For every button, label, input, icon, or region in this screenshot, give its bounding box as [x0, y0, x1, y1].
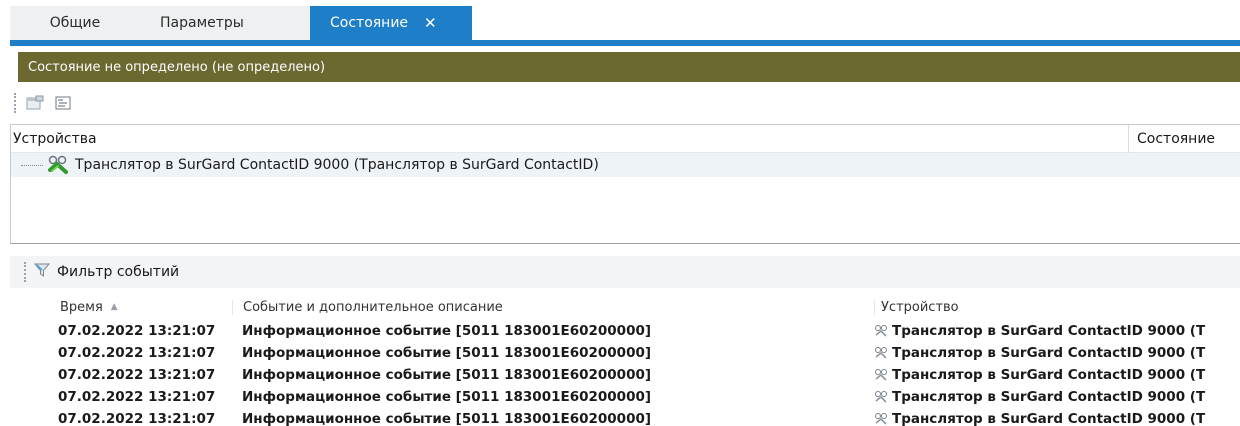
event-device: Транслятор в SurGard ContactID 9000 (Т: [874, 389, 1240, 405]
sort-ascending-icon: ▲: [110, 302, 118, 312]
event-device-label: Транслятор в SurGard ContactID 9000 (Т: [892, 323, 1206, 339]
column-event[interactable]: Событие и дополнительное описание: [232, 299, 874, 315]
device-row[interactable]: Транслятор в SurGard ContactID 9000 (Тра…: [11, 153, 1240, 177]
list-icon[interactable]: [53, 93, 73, 113]
event-device-label: Транслятор в SurGard ContactID 9000 (Т: [892, 411, 1206, 426]
tab-underline: [10, 40, 1240, 46]
tab-parameters[interactable]: Параметры: [140, 6, 310, 40]
table-row[interactable]: 07.02.2022 13:21:07 Информационное событ…: [10, 386, 1240, 408]
filter-icon[interactable]: [33, 261, 51, 283]
table-row[interactable]: 07.02.2022 13:21:07 Информационное событ…: [10, 364, 1240, 386]
event-time: 07.02.2022 13:21:07: [58, 345, 216, 361]
tab-bar-filler: [472, 6, 1240, 40]
tab-general[interactable]: Общие: [10, 6, 140, 40]
events-header: Время ▲ Событие и дополнительное описани…: [10, 296, 1240, 318]
events-toolbar-grip[interactable]: [24, 262, 27, 282]
tab-general-label: Общие: [49, 15, 101, 31]
event-description: Информационное событие [5011 183001E6020…: [242, 345, 652, 361]
translator-device-icon: [875, 347, 887, 359]
properties-icon[interactable]: [25, 93, 45, 113]
event-device: Транслятор в SurGard ContactID 9000 (Т: [874, 323, 1240, 339]
tab-bar: Общие Параметры Состояние ✕: [10, 6, 1240, 40]
tab-parameters-label: Параметры: [160, 15, 244, 31]
event-filter-button[interactable]: Фильтр событий: [57, 264, 179, 280]
state-status-bar: Состояние не определено (не определено): [18, 52, 1240, 82]
event-time: 07.02.2022 13:21:07: [58, 389, 216, 405]
event-device-label: Транслятор в SurGard ContactID 9000 (Т: [892, 389, 1206, 405]
events-list: 07.02.2022 13:21:07 Информационное событ…: [10, 320, 1240, 426]
translator-device-icon: [875, 369, 887, 381]
column-devices[interactable]: Устройства: [11, 131, 1128, 147]
event-device: Транслятор в SurGard ContactID 9000 (Т: [874, 411, 1240, 426]
column-time-label: Время: [60, 299, 103, 315]
devices-panel: Устройства Состояние Транслятор в SurGar…: [10, 124, 1240, 244]
device-label: Транслятор в SurGard ContactID 9000 (Тра…: [75, 157, 599, 173]
translator-device-icon: [875, 325, 887, 337]
close-icon[interactable]: ✕: [424, 15, 437, 31]
event-description: Информационное событие [5011 183001E6020…: [242, 389, 652, 405]
tab-state[interactable]: Состояние ✕: [310, 6, 472, 40]
status-text: Состояние не определено (не определено): [28, 59, 326, 75]
event-device-label: Транслятор в SurGard ContactID 9000 (Т: [892, 367, 1206, 383]
event-time: 07.02.2022 13:21:07: [58, 323, 216, 339]
toolbar-grip[interactable]: [14, 93, 17, 113]
event-device: Транслятор в SurGard ContactID 9000 (Т: [874, 345, 1240, 361]
devices-toolbar: [10, 90, 1240, 116]
translator-device-icon: [875, 413, 887, 425]
table-row[interactable]: 07.02.2022 13:21:07 Информационное событ…: [10, 342, 1240, 364]
column-state[interactable]: Состояние: [1128, 124, 1240, 153]
event-description: Информационное событие [5011 183001E6020…: [242, 367, 652, 383]
translator-device-icon: [875, 391, 887, 403]
event-description: Информационное событие [5011 183001E6020…: [242, 323, 652, 339]
table-row[interactable]: 07.02.2022 13:21:07 Информационное событ…: [10, 408, 1240, 426]
event-time: 07.02.2022 13:21:07: [58, 411, 216, 426]
events-toolbar: Фильтр событий: [10, 256, 1240, 288]
translator-device-icon: [47, 155, 69, 175]
devices-header: Устройства Состояние: [11, 124, 1240, 153]
event-device-label: Транслятор в SurGard ContactID 9000 (Т: [892, 345, 1206, 361]
event-time: 07.02.2022 13:21:07: [58, 367, 216, 383]
column-device[interactable]: Устройство: [874, 299, 1240, 315]
event-device: Транслятор в SurGard ContactID 9000 (Т: [874, 367, 1240, 383]
table-row[interactable]: 07.02.2022 13:21:07 Информационное событ…: [10, 320, 1240, 342]
tree-connector: [21, 164, 43, 166]
event-description: Информационное событие [5011 183001E6020…: [242, 411, 652, 426]
tab-state-label: Состояние: [330, 15, 409, 31]
events-panel: Фильтр событий Время ▲ Событие и дополни…: [10, 252, 1240, 426]
column-time[interactable]: Время ▲: [10, 300, 232, 315]
